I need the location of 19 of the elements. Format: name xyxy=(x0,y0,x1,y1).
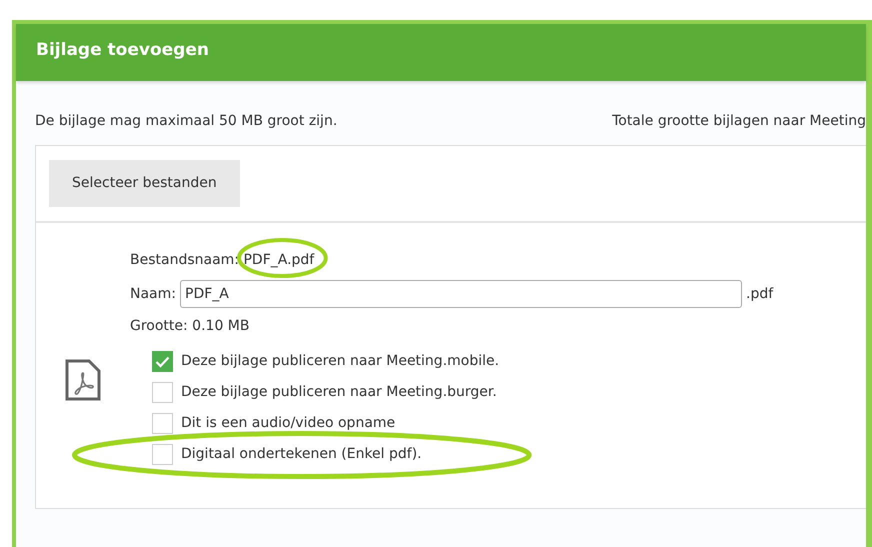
checkbox-label: Digitaal ondertekenen (Enkel pdf). xyxy=(181,445,422,464)
file-size-text: Grootte: 0.10 MB xyxy=(130,317,250,336)
dialog-title: Bijlage toevoegen xyxy=(36,40,209,60)
select-files-button[interactable]: Selecteer bestanden xyxy=(49,160,240,207)
checkbox[interactable] xyxy=(152,351,173,372)
extension-text: .pdf xyxy=(746,284,774,304)
max-size-text: De bijlage mag maximaal 50 MB groot zijn. xyxy=(35,112,338,131)
file-name-text: Bestandsnaam: PDF_A.pdf xyxy=(130,251,316,270)
checkbox[interactable] xyxy=(152,413,173,434)
name-input-field[interactable]: PDF_A xyxy=(180,280,742,308)
checkbox-label: Deze bijlage publiceren naar Meeting.burger. xyxy=(181,383,497,402)
total-size-text: Totale grootte bijlagen naar Meeting xyxy=(612,112,866,131)
checkbox[interactable] xyxy=(152,444,173,465)
check-icon xyxy=(155,356,170,368)
checkbox-label: Deze bijlage publiceren naar Meeting.mobile. xyxy=(181,352,500,371)
name-label: Naam: xyxy=(130,284,176,304)
pdf-file-icon xyxy=(65,359,101,401)
checkbox-label: Dit is een audio/video opname xyxy=(181,414,396,433)
checkbox[interactable] xyxy=(152,382,173,403)
